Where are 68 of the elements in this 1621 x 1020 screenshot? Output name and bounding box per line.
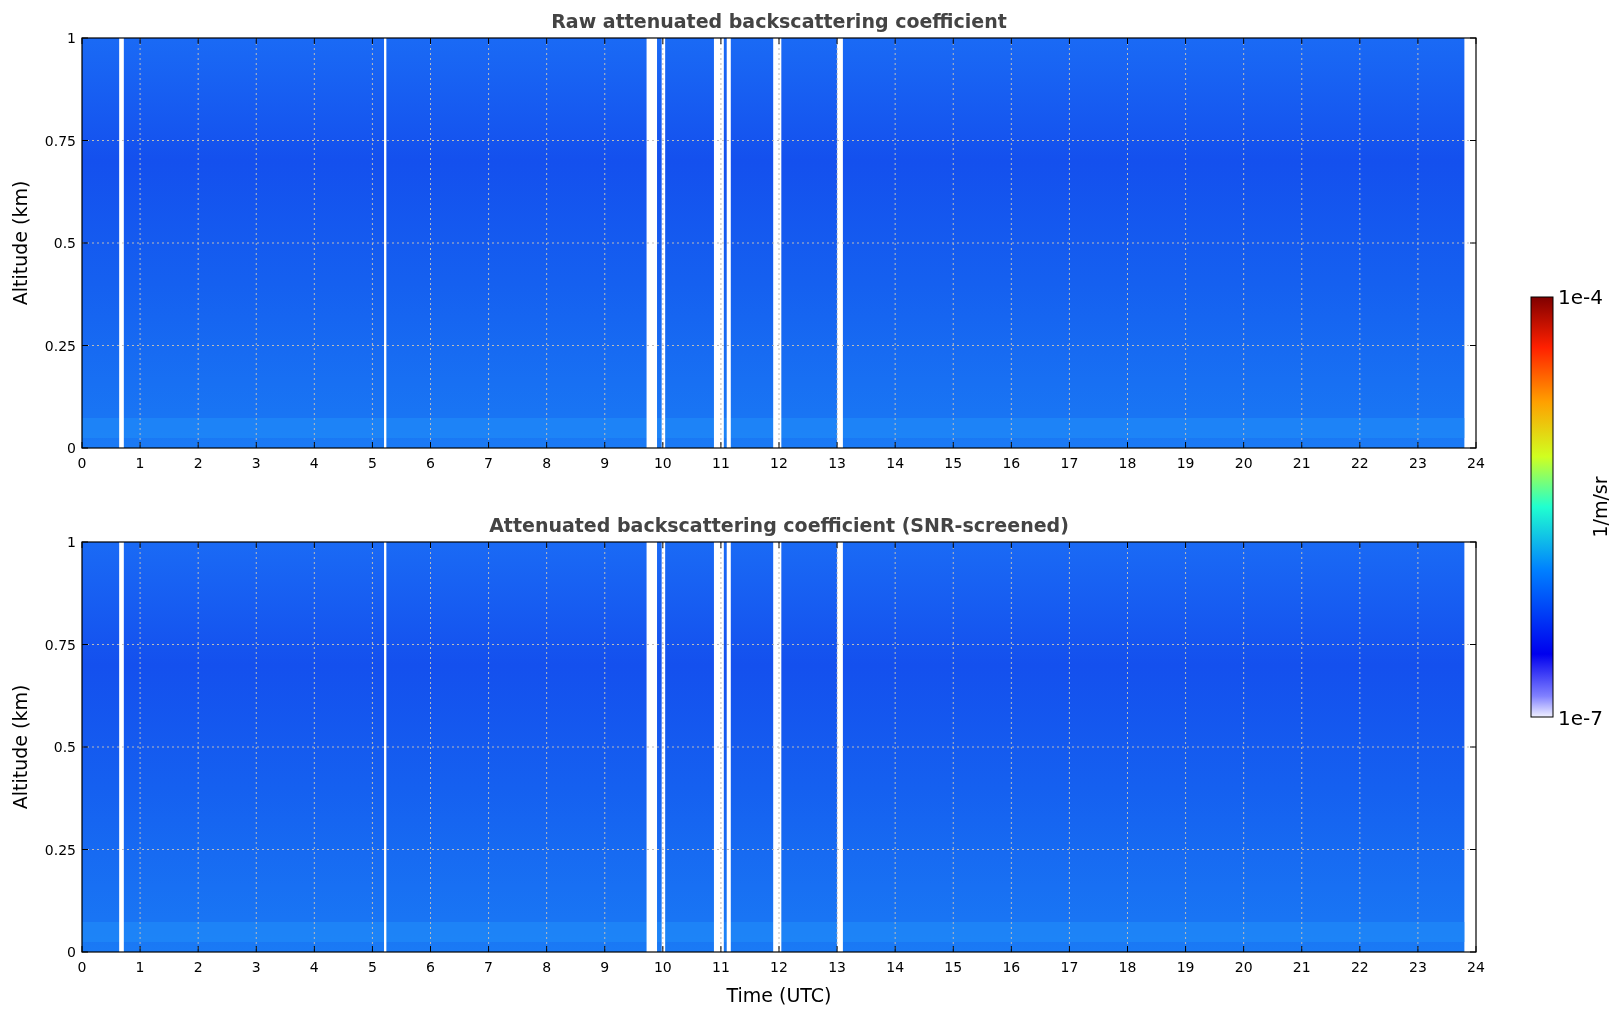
x-tick-label: 10 bbox=[653, 455, 672, 471]
x-tick-label: 8 bbox=[542, 455, 552, 471]
x-tick-label: 23 bbox=[1409, 959, 1427, 975]
x-tick-label: 9 bbox=[600, 959, 610, 975]
y-tick-label: 0 bbox=[67, 440, 76, 456]
x-tick-label: 21 bbox=[1292, 959, 1311, 975]
x-tick-label: 23 bbox=[1409, 455, 1427, 471]
x-tick-label: 11 bbox=[712, 959, 730, 975]
x-tick-label: 1 bbox=[135, 959, 145, 975]
y-tick-label: 0.25 bbox=[44, 337, 76, 354]
y-tick-label: 0.5 bbox=[53, 739, 76, 755]
x-tick-label: 22 bbox=[1350, 455, 1369, 471]
x-tick-label: 7 bbox=[484, 959, 494, 975]
y-tick-label: 0.75 bbox=[44, 132, 76, 149]
x-tick-label: 8 bbox=[542, 959, 552, 975]
y-tick-label: 1 bbox=[67, 534, 76, 550]
plot-title: Attenuated backscattering coefficient (SNR-screened) bbox=[489, 514, 1069, 536]
x-tick-label: 14 bbox=[886, 455, 905, 471]
x-tick-label: 6 bbox=[426, 455, 435, 471]
x-tick-label: 17 bbox=[1060, 455, 1079, 471]
x-tick-label: 6 bbox=[426, 959, 435, 975]
x-tick-label: 0 bbox=[77, 455, 87, 471]
y-tick-label: 0.5 bbox=[53, 235, 76, 251]
x-tick-label: 24 bbox=[1467, 959, 1485, 975]
x-tick-label: 14 bbox=[886, 959, 905, 975]
x-tick-label: 20 bbox=[1234, 455, 1253, 471]
x-tick-label: 13 bbox=[828, 959, 846, 975]
x-tick-label: 9 bbox=[600, 455, 610, 471]
x-tick-label: 5 bbox=[367, 959, 377, 975]
colorbar-min-label: 1e-7 bbox=[1558, 706, 1603, 730]
colorbar-label: 1/m/sr bbox=[1589, 476, 1611, 538]
x-tick-label: 16 bbox=[1002, 959, 1021, 975]
x-tick-label: 15 bbox=[944, 455, 963, 471]
x-tick-label: 5 bbox=[367, 455, 377, 471]
x-tick-label: 7 bbox=[484, 455, 494, 471]
x-tick-label: 15 bbox=[944, 959, 963, 975]
x-tick-label: 4 bbox=[309, 959, 319, 975]
y-axis-label: Altitude (km) bbox=[9, 180, 31, 306]
x-tick-label: 4 bbox=[309, 455, 319, 471]
x-tick-label: 18 bbox=[1118, 959, 1137, 975]
x-tick-label: 19 bbox=[1176, 455, 1195, 471]
x-tick-label: 3 bbox=[251, 959, 261, 975]
x-tick-label: 21 bbox=[1292, 455, 1311, 471]
x-tick-label: 0 bbox=[77, 959, 87, 975]
x-tick-label: 20 bbox=[1234, 959, 1253, 975]
x-tick-label: 1 bbox=[135, 455, 145, 471]
x-tick-label: 22 bbox=[1350, 959, 1369, 975]
x-tick-label: 18 bbox=[1118, 455, 1137, 471]
y-tick-label: 0.25 bbox=[44, 841, 76, 858]
colorbar-max-label: 1e-4 bbox=[1558, 285, 1603, 309]
x-tick-label: 2 bbox=[193, 959, 203, 975]
plot-title: Raw attenuated backscattering coefficient bbox=[551, 10, 1007, 32]
x-tick-label: 17 bbox=[1060, 959, 1079, 975]
y-tick-label: 0.75 bbox=[44, 636, 76, 653]
x-tick-label: 24 bbox=[1467, 455, 1485, 471]
x-axis-label: Time (UTC) bbox=[726, 984, 832, 1006]
y-tick-label: 1 bbox=[67, 30, 76, 46]
x-tick-label: 2 bbox=[193, 455, 203, 471]
y-tick-label: 0 bbox=[67, 944, 76, 960]
x-tick-label: 10 bbox=[653, 959, 672, 975]
x-tick-label: 19 bbox=[1176, 959, 1195, 975]
x-tick-label: 12 bbox=[770, 959, 788, 975]
x-tick-label: 13 bbox=[828, 455, 846, 471]
x-tick-label: 12 bbox=[770, 455, 788, 471]
y-axis-label: Altitude (km) bbox=[9, 684, 31, 810]
x-tick-label: 11 bbox=[712, 455, 730, 471]
x-tick-label: 16 bbox=[1002, 455, 1021, 471]
x-tick-label: 3 bbox=[251, 455, 261, 471]
